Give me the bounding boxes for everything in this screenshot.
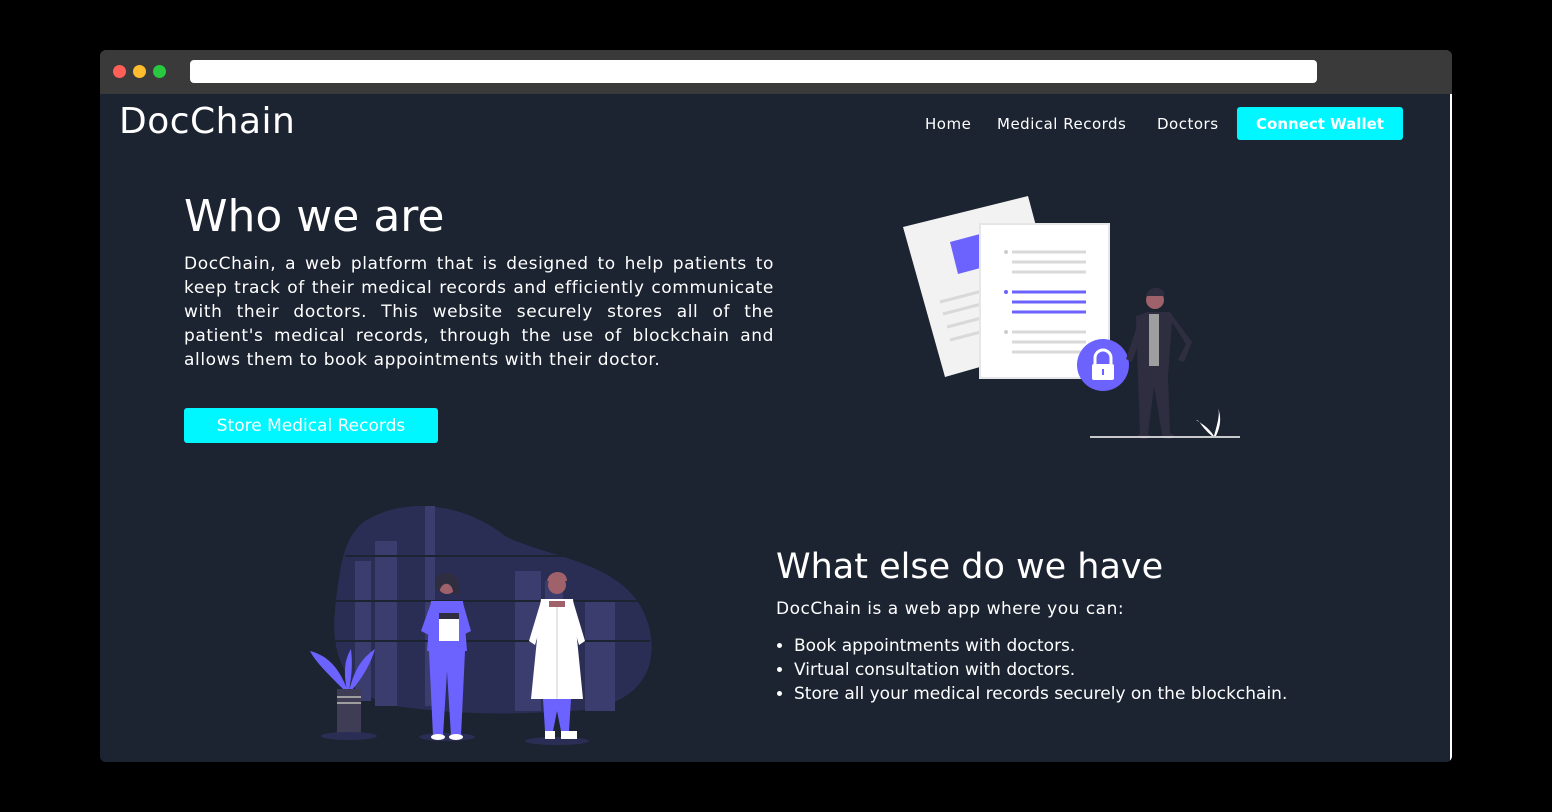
browser-window: DocChain Home Medical Records Doctors Co… xyxy=(100,50,1452,762)
nav-doctors[interactable]: Doctors xyxy=(1157,115,1219,133)
grass-plant xyxy=(1196,408,1221,436)
lock-icon xyxy=(1077,339,1129,391)
address-bar[interactable] xyxy=(190,60,1317,83)
connect-wallet-button[interactable]: Connect Wallet xyxy=(1237,107,1403,140)
feature-item: Store all your medical records securely … xyxy=(794,682,1287,706)
page-edge xyxy=(1450,94,1452,762)
doctors-illustration xyxy=(310,505,652,745)
minimize-window-dot[interactable] xyxy=(133,65,146,78)
store-medical-records-button[interactable]: Store Medical Records xyxy=(184,408,438,443)
feature-item: Book appointments with doctors. xyxy=(794,634,1287,658)
feature-item: Virtual consultation with doctors. xyxy=(794,658,1287,682)
brand-logo[interactable]: DocChain xyxy=(119,101,295,142)
features-intro: DocChain is a web app where you can: xyxy=(776,599,1125,619)
person-figure xyxy=(1126,287,1192,439)
nav-home[interactable]: Home xyxy=(925,115,971,133)
hero-description: DocChain, a web platform that is designe… xyxy=(184,254,774,370)
features-title: What else do we have xyxy=(776,547,1164,587)
close-window-dot[interactable] xyxy=(113,65,126,78)
nav-medical-records[interactable]: Medical Records xyxy=(997,115,1126,133)
features-list: Book appointments with doctors. Virtual … xyxy=(776,634,1287,706)
browser-chrome xyxy=(100,50,1452,94)
city-blob-background xyxy=(334,505,652,714)
hero-title: Who we are xyxy=(184,191,445,242)
page-content: DocChain Home Medical Records Doctors Co… xyxy=(100,94,1450,762)
maximize-window-dot[interactable] xyxy=(153,65,166,78)
document-lock-illustration xyxy=(903,196,1240,439)
